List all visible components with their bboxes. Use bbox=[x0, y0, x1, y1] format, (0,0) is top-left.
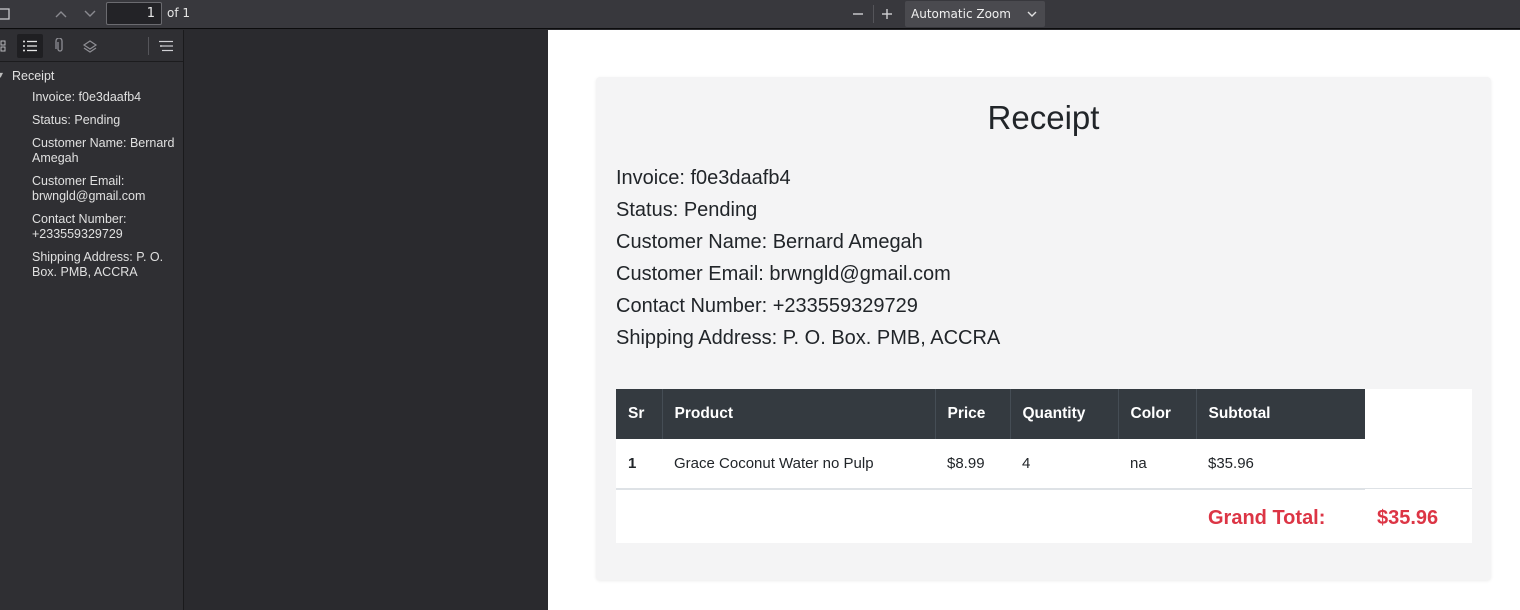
chevron-down-icon bbox=[1027, 7, 1037, 21]
cell-color: na bbox=[1118, 439, 1196, 490]
cell-subtotal: $35.96 bbox=[1196, 439, 1365, 490]
column-header-price: Price bbox=[935, 389, 1011, 439]
attachments-view-icon[interactable] bbox=[47, 34, 73, 58]
pdf-page: Receipt Invoice: f0e3daafb4 Status: Pend… bbox=[548, 30, 1520, 610]
chevron-down-icon[interactable]: ▾ bbox=[0, 67, 3, 85]
column-header-subtotal: Subtotal bbox=[1196, 389, 1365, 439]
grand-total-label: Grand Total: bbox=[1208, 507, 1326, 529]
receipt-details: Invoice: f0e3daafb4 Status: Pending Cust… bbox=[616, 165, 1000, 357]
zoom-out-button[interactable] bbox=[846, 3, 870, 25]
cell-product: Grace Coconut Water no Pulp bbox=[662, 439, 935, 490]
sidebar: ▾ Receipt Invoice: f0e3daafb4 Status: Pe… bbox=[0, 30, 184, 610]
grand-total-value: $35.96 bbox=[1377, 507, 1439, 529]
outline-item-customer-email[interactable]: Customer Email: brwngld@gmail.com bbox=[0, 174, 183, 204]
page-count-label: of 1 bbox=[167, 6, 191, 20]
previous-page-button[interactable] bbox=[49, 3, 73, 25]
column-header-product: Product bbox=[662, 389, 936, 439]
outline-item-contact-number[interactable]: Contact Number: +233559329729 bbox=[0, 212, 183, 242]
outline-view-icon[interactable] bbox=[17, 34, 43, 58]
table-row: 1 Grace Coconut Water no Pulp $8.99 4 na… bbox=[616, 439, 1365, 490]
document-outline: ▾ Receipt Invoice: f0e3daafb4 Status: Pe… bbox=[0, 62, 183, 280]
layers-view-icon[interactable] bbox=[77, 34, 103, 58]
outline-item-status[interactable]: Status: Pending bbox=[0, 113, 183, 128]
pdf-toolbar: 1 of 1 Automatic Zoom bbox=[0, 0, 1520, 29]
column-header-color: Color bbox=[1118, 389, 1197, 439]
row-divider bbox=[616, 488, 1472, 489]
thumbnails-view-icon[interactable] bbox=[0, 34, 18, 58]
column-header-sr: Sr bbox=[616, 389, 663, 439]
outline-item-label: Receipt bbox=[12, 69, 55, 83]
status-line: Status: Pending bbox=[616, 199, 758, 221]
customer-email-line: Customer Email: brwngld@gmail.com bbox=[616, 263, 951, 285]
zoom-in-button[interactable] bbox=[875, 3, 899, 25]
document-viewer[interactable]: Receipt Invoice: f0e3daafb4 Status: Pend… bbox=[184, 30, 1520, 610]
current-outline-item-icon[interactable] bbox=[153, 34, 179, 58]
cell-price: $8.99 bbox=[935, 439, 1010, 490]
order-table: Sr Product Price Quantity Color Subtotal… bbox=[616, 389, 1365, 490]
receipt-card: Receipt Invoice: f0e3daafb4 Status: Pend… bbox=[596, 77, 1491, 580]
cell-quantity: 4 bbox=[1010, 439, 1118, 490]
table-header-row: Sr Product Price Quantity Color Subtotal bbox=[616, 389, 1365, 439]
cell-sr: 1 bbox=[616, 439, 662, 490]
outline-item-customer-name[interactable]: Customer Name: Bernard Amegah bbox=[0, 136, 183, 166]
page-title: Receipt bbox=[987, 99, 1100, 136]
next-page-button[interactable] bbox=[78, 3, 102, 25]
sidebar-separator bbox=[148, 37, 149, 55]
sidebar-toolbar bbox=[0, 30, 183, 62]
sidebar-toggle-icon[interactable] bbox=[0, 3, 16, 25]
order-table-container: Sr Product Price Quantity Color Subtotal… bbox=[616, 389, 1472, 543]
outline-item-shipping-address[interactable]: Shipping Address: P. O. Box. PMB, ACCRA bbox=[0, 250, 183, 280]
outline-item-invoice[interactable]: Invoice: f0e3daafb4 bbox=[0, 90, 183, 105]
contact-number-line: Contact Number: +233559329729 bbox=[616, 295, 918, 317]
customer-name-line: Customer Name: Bernard Amegah bbox=[616, 231, 923, 253]
column-header-quantity: Quantity bbox=[1010, 389, 1119, 439]
zoom-select-value: Automatic Zoom bbox=[911, 7, 1011, 21]
outline-item-receipt[interactable]: ▾ Receipt bbox=[0, 67, 183, 90]
zoom-select[interactable]: Automatic Zoom bbox=[905, 1, 1045, 27]
invoice-line: Invoice: f0e3daafb4 bbox=[616, 167, 791, 189]
page-number-input[interactable]: 1 bbox=[106, 2, 162, 25]
toolbar-separator bbox=[873, 5, 874, 23]
shipping-address-line: Shipping Address: P. O. Box. PMB, ACCRA bbox=[616, 327, 1001, 349]
